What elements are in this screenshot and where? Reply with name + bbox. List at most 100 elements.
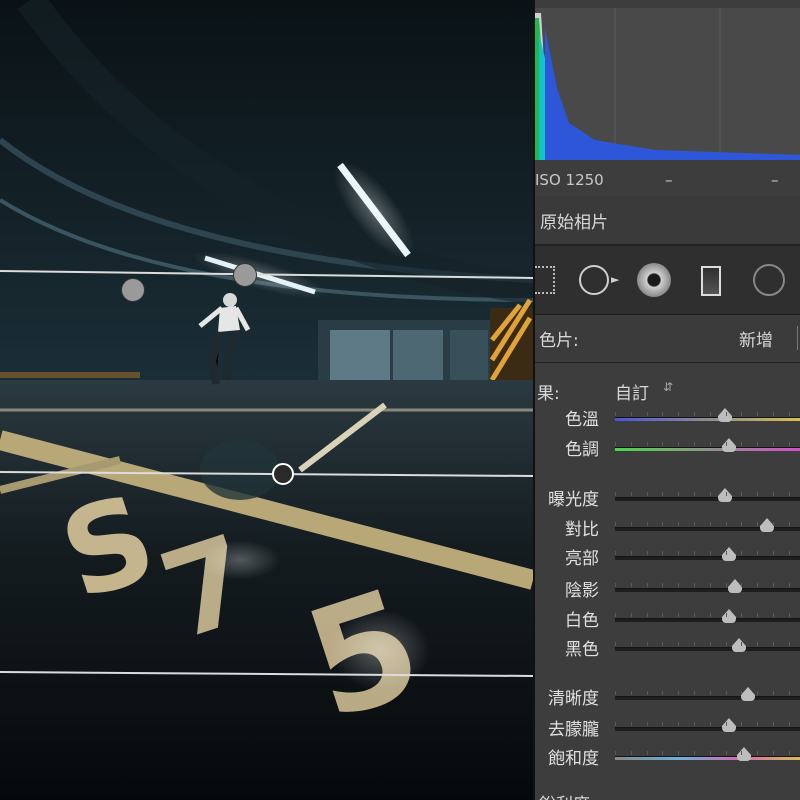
slider-tick xyxy=(662,722,664,726)
develop-panel: ISO 1250 – – 原始相片 ► 色片: 新增 果: 自訂 ⇵ 色溫 色調曝… xyxy=(533,0,800,800)
original-photo-row[interactable]: 原始相片 xyxy=(535,196,800,246)
slider-tick xyxy=(646,613,648,617)
slider-track-highlights[interactable] xyxy=(615,556,800,560)
effect-dropdown[interactable]: 自訂 xyxy=(615,379,649,404)
slider-track-whites[interactable] xyxy=(615,618,800,622)
slider-label-highlights: 亮部 xyxy=(565,549,599,569)
slider-track-temp[interactable] xyxy=(615,417,800,421)
slider-tick xyxy=(678,722,680,726)
slider-tick xyxy=(773,613,774,617)
dropdown-arrow-icon: ⇵ xyxy=(663,380,674,394)
slider-tick xyxy=(757,583,759,587)
spot-removal-arrow-icon: ► xyxy=(611,273,620,286)
slider-track-dehaze[interactable] xyxy=(615,727,800,731)
slider-thumb-tint[interactable] xyxy=(722,438,736,452)
new-mask-button[interactable]: 新增 xyxy=(739,326,773,351)
slider-label-whites: 白色 xyxy=(565,611,599,631)
slider-thumb-shadows[interactable] xyxy=(727,579,742,593)
slider-tick xyxy=(694,722,695,726)
filter-pin-1[interactable] xyxy=(121,278,145,302)
slider-tick xyxy=(757,412,759,416)
slider-tick xyxy=(725,551,727,555)
slider-tick xyxy=(615,613,616,617)
slider-tick xyxy=(709,583,711,587)
slider-track-blacks[interactable] xyxy=(615,647,800,651)
slider-tick xyxy=(646,722,648,726)
radial-filter-icon[interactable] xyxy=(753,264,785,296)
slider-tick xyxy=(694,583,695,587)
slider-tick xyxy=(630,722,632,726)
slider-label-clarity: 清晰度 xyxy=(548,689,599,709)
slider-tick xyxy=(773,522,774,526)
slider-tick xyxy=(725,583,727,587)
slider-tick xyxy=(662,522,664,526)
slider-tick xyxy=(709,691,711,695)
filter-pin-2[interactable] xyxy=(233,263,257,287)
slider-tick xyxy=(694,751,695,755)
slider-tick xyxy=(773,442,774,446)
slider-thumb-whites[interactable] xyxy=(722,609,736,623)
slider-tick xyxy=(662,583,664,587)
slider-tick xyxy=(788,412,790,416)
slider-tick xyxy=(630,751,632,755)
exif-dash-2: – xyxy=(771,171,779,189)
slider-tick xyxy=(725,642,727,646)
slider-tick xyxy=(630,492,632,496)
slider-tick xyxy=(646,551,648,555)
slider-tick xyxy=(662,551,664,555)
slider-track-saturation[interactable] xyxy=(615,756,800,760)
slider-tick xyxy=(773,642,774,646)
slider-thumb-highlights[interactable] xyxy=(722,547,736,561)
exif-iso: ISO 1250 xyxy=(535,171,604,189)
slider-label-exposure: 曝光度 xyxy=(548,490,599,510)
spot-removal-icon[interactable] xyxy=(579,265,609,295)
slider-tick xyxy=(615,551,616,555)
slider-tick xyxy=(773,583,774,587)
slider-tick xyxy=(709,642,711,646)
original-photo-label: 原始相片 xyxy=(540,213,608,233)
slider-tick xyxy=(788,442,790,446)
graduated-filter-icon[interactable] xyxy=(701,266,721,296)
slider-tick xyxy=(615,751,616,755)
slider-track-clarity[interactable] xyxy=(615,696,800,700)
slider-tick xyxy=(741,722,743,726)
slider-tick xyxy=(773,722,774,726)
slider-label-tint: 色調 xyxy=(565,440,599,460)
slider-tick xyxy=(709,492,711,496)
slider-tick xyxy=(694,613,695,617)
photo-image: S 7 5 xyxy=(0,0,533,800)
slider-thumb-contrast[interactable] xyxy=(760,518,774,532)
slider-tick xyxy=(741,751,743,755)
slider-thumb-clarity[interactable] xyxy=(741,687,755,701)
slider-tick xyxy=(725,691,727,695)
slider-tick xyxy=(757,551,759,555)
filter-center-handle[interactable] xyxy=(272,463,294,485)
slider-track-exposure[interactable] xyxy=(615,497,800,501)
slider-thumb-saturation[interactable] xyxy=(737,747,752,761)
sharpness-label: 銳利度 xyxy=(539,790,590,800)
crop-icon[interactable] xyxy=(535,266,555,294)
slider-tick xyxy=(615,492,616,496)
slider-tick xyxy=(725,522,727,526)
slider-tick xyxy=(773,551,774,555)
slider-track-tint[interactable] xyxy=(615,447,800,451)
mask-label: 色片: xyxy=(539,331,579,351)
mask-preset-row: 色片: 新增 xyxy=(535,316,800,363)
slider-track-shadows[interactable] xyxy=(615,588,800,592)
slider-thumb-blacks[interactable] xyxy=(731,638,746,652)
slider-thumb-dehaze[interactable] xyxy=(722,718,736,732)
slider-tick xyxy=(646,522,648,526)
slider-tick xyxy=(662,442,664,446)
slider-tick xyxy=(678,412,680,416)
slider-tick xyxy=(788,492,790,496)
slider-tick xyxy=(725,492,727,496)
slider-tick xyxy=(694,551,695,555)
slider-tick xyxy=(725,412,727,416)
photo-canvas[interactable]: S 7 5 xyxy=(0,0,533,800)
red-eye-icon[interactable] xyxy=(637,263,671,297)
slider-tick xyxy=(630,583,632,587)
slider-tick xyxy=(709,751,711,755)
slider-tick xyxy=(615,412,616,416)
slider-tick xyxy=(646,442,648,446)
slider-tick xyxy=(615,442,616,446)
